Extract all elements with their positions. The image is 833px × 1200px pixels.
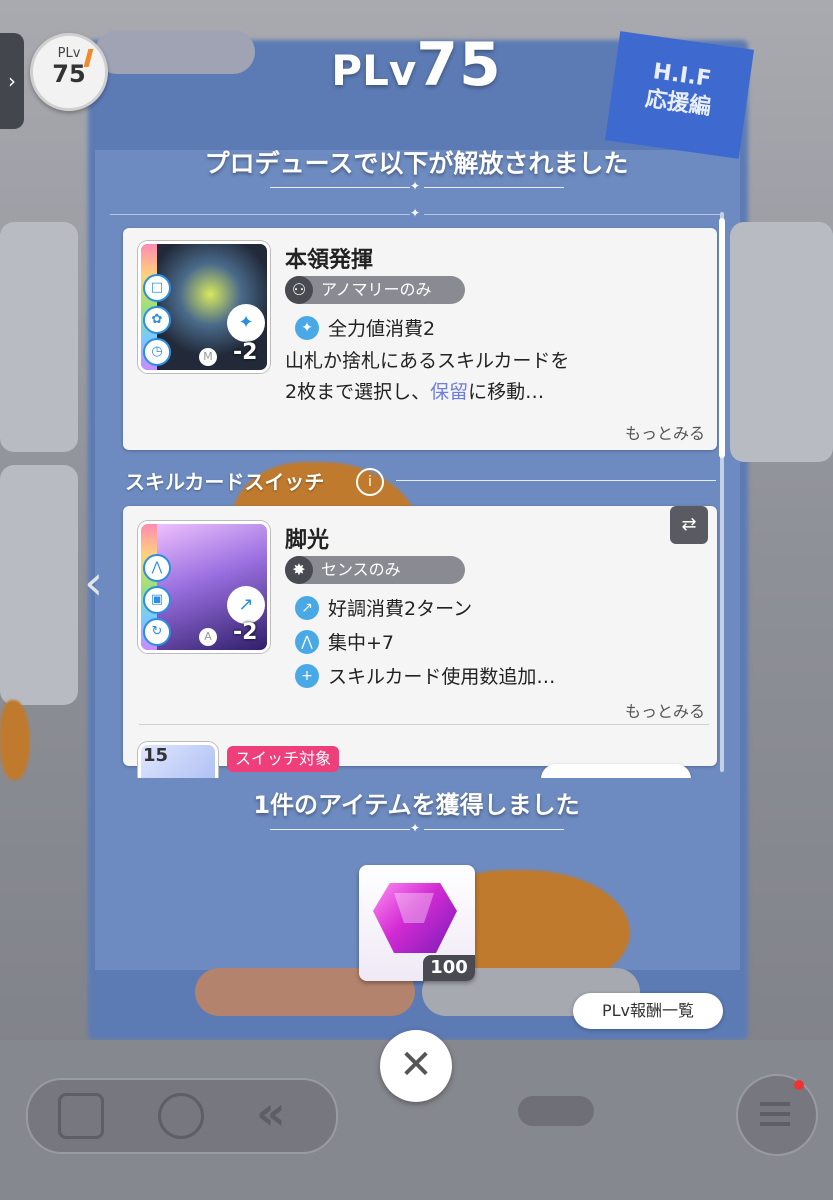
card-description: 山札か捨札にあるスキルカードを 2枚まで選択し、保留に移動… [285,346,569,408]
footer-divider-left [270,829,410,830]
switch-card-button[interactable] [541,764,691,778]
unlock-subtitle: プロデュースで以下が解放されました [204,149,629,178]
plan-tag: ⚇ アノマリーのみ [285,276,465,304]
reward-item[interactable]: 100 [359,865,475,981]
keyword-hold: 保留 [430,381,469,403]
plv-reward-list-button[interactable]: PLv報酬一覧 [573,993,723,1029]
plv-title-prefix: PLv [331,46,417,95]
divider-left [270,187,410,188]
plan-tag-label: センスのみ [321,560,401,579]
card-effect-text: 集中+7 [328,632,395,654]
card-effect-icon-3: ◷ [143,338,171,366]
help-icon [158,1093,204,1139]
skill-card-honryou[interactable]: □ ✿ ◷ ✦ -2 M 本領発揮 ⚇ アノマリーのみ ✦ 全力値消費2 山札か… [123,228,717,450]
cost-badge-icon: ↗ [227,586,265,624]
bg-small-button [518,1096,594,1126]
full-power-icon: ✦ [295,316,319,340]
switch-card-level: 15 [143,745,169,766]
card-effect-icon-3: ↻ [143,618,171,646]
card-divider [139,724,709,725]
plan-tag: ✸ センスのみ [285,556,465,584]
card-cost: -2 [233,340,258,365]
menu-icon [736,1074,818,1156]
desc-line-2: 2枚まで選択し、保留に移動… [285,381,545,403]
item-obtained-text: 1件のアイテムを獲得しました [253,791,580,819]
bg-left-card-2 [0,465,78,705]
plv-title-value: 75 [416,30,502,100]
card-title: 本領発揮 [285,248,374,273]
plv-title: PLv75 [0,30,833,100]
card-effect-icon-2: ▣ [143,586,171,614]
scroll-top-line-right [424,214,720,215]
footer-sparkle-icon: ✦ [410,821,421,835]
sense-icon: ✸ [285,556,313,584]
close-button[interactable]: ✕ [380,1030,452,1102]
bg-left-card-1 [0,222,78,452]
card-effect-icon-2: ✿ [143,306,171,334]
skill-card-image: ⋀ ▣ ↻ ↗ -2 A [138,521,270,653]
good-condition-icon: ↗ [295,596,319,620]
card-use-plus-icon: + [295,664,319,688]
card-effect-text: 全力値消費2 [328,318,436,340]
footer-divider-right [424,829,564,830]
bg-chevron-left-icon: ‹ [84,555,104,611]
card-title: 脚光 [285,528,330,553]
see-more-link[interactable]: もっとみる [625,698,705,722]
swap-icon[interactable]: ⇄ [670,506,708,544]
bg-right-card [730,222,833,462]
unlocked-list[interactable]: □ ✿ ◷ ✦ -2 M 本領発揮 ⚇ アノマリーのみ ✦ 全力値消費2 山札か… [110,218,722,778]
concentration-icon: ⋀ [295,630,319,654]
switch-target-tag: スイッチ対象 [227,746,340,772]
bg-navbar: « [26,1078,338,1154]
section-skill-card-switch: スキルカードスイッチ [125,470,325,494]
item-quantity: 100 [423,955,475,981]
anomaly-icon: ⚇ [285,276,313,304]
back-icon: « [256,1086,286,1140]
card-cost: -2 [233,620,258,645]
switch-card-thumb: 15 [138,742,218,778]
card-effect-icon-1: □ [143,274,171,302]
card-effect-text: スキルカード使用数追加… [328,666,556,688]
scroll-top-line-left [110,214,410,215]
skill-card-kyakkou[interactable]: ⇄ ⋀ ▣ ↻ ↗ -2 A 脚光 ✸ センスのみ ↗ 好調消費2ターン ⋀ 集… [123,506,717,778]
card-rank: M [199,348,217,366]
home-icon [58,1093,104,1139]
desc-line-1: 山札か捨札にあるスキルカードを [285,350,570,372]
cost-badge-icon: ✦ [227,304,265,342]
divider-right [424,187,564,188]
see-more-link[interactable]: もっとみる [625,420,705,444]
skill-card-image: □ ✿ ◷ ✦ -2 M [138,241,270,373]
close-icon: ✕ [399,1042,433,1088]
info-icon[interactable]: i [356,468,384,496]
card-rank: A [199,628,217,646]
plan-tag-label: アノマリーのみ [321,280,432,299]
card-effect-icon-1: ⋀ [143,554,171,582]
card-effect-text: 好調消費2ターン [328,598,473,620]
sparkle-icon: ✦ [410,179,421,193]
bg-orange-blob-2 [0,700,30,780]
section-divider [396,480,716,481]
